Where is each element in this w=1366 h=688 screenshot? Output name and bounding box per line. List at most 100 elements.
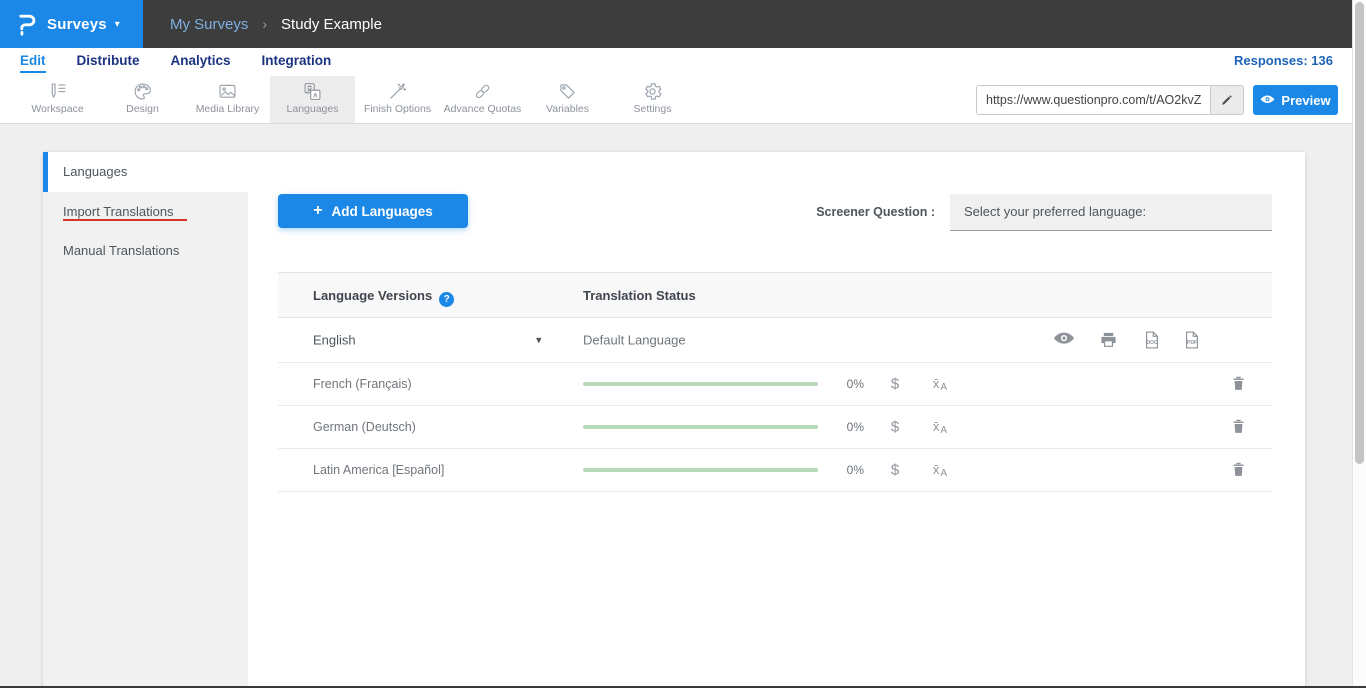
dollar-icon: $ bbox=[891, 462, 899, 479]
paid-translation-button[interactable]: $ bbox=[881, 462, 909, 479]
plus-icon: + bbox=[313, 202, 322, 220]
toolbar-item-workspace[interactable]: Workspace bbox=[15, 76, 100, 123]
print-button[interactable] bbox=[1096, 331, 1120, 350]
export-doc-button[interactable]: DOC bbox=[1140, 330, 1164, 350]
variables-icon bbox=[557, 81, 578, 102]
caret-down-icon: ▾ bbox=[115, 19, 120, 30]
trash-icon bbox=[1230, 375, 1247, 392]
workspace-icon bbox=[47, 81, 68, 102]
questionpro-logo bbox=[13, 12, 38, 37]
table-row-latin-america: Latin America [Español] 0% $ x̄A bbox=[278, 449, 1272, 492]
edit-url-button[interactable] bbox=[1210, 86, 1243, 114]
questionpro-app: Surveys ▾ My Surveys › Study Example Upg… bbox=[0, 0, 1366, 688]
breadcrumb-my-surveys[interactable]: My Surveys bbox=[170, 16, 248, 33]
delete-language-button[interactable] bbox=[1226, 375, 1250, 393]
toolbar-item-variables[interactable]: Variables bbox=[525, 76, 610, 123]
print-icon bbox=[1099, 331, 1118, 350]
survey-nav: Edit Distribute Analytics Integration Re… bbox=[0, 48, 1366, 76]
help-circle-icon[interactable]: ? bbox=[439, 292, 454, 307]
tab-integration[interactable]: Integration bbox=[262, 48, 332, 76]
screener-question-field[interactable]: Select your preferred language: bbox=[950, 194, 1272, 231]
auto-translate-button[interactable]: x̄A bbox=[923, 375, 957, 393]
toolbar-item-label: Settings bbox=[610, 103, 695, 115]
col-translation-status: Translation Status bbox=[583, 273, 696, 319]
translate-icon-a: A bbox=[940, 425, 947, 436]
topbar: Surveys ▾ My Surveys › Study Example Upg… bbox=[0, 0, 1366, 48]
languages-icon: A bbox=[302, 81, 323, 102]
translation-progress-bar bbox=[583, 382, 818, 386]
svg-text:DOC: DOC bbox=[1146, 340, 1158, 346]
translate-icon-a: A bbox=[940, 468, 947, 479]
language-dropdown[interactable]: ▾ bbox=[536, 334, 542, 347]
finish-options-icon bbox=[387, 81, 408, 102]
sidebar-item-label: Manual Translations bbox=[63, 243, 179, 258]
sidebar-item-languages[interactable]: Languages bbox=[43, 152, 248, 192]
table-row-default-language: English ▾ Default Language bbox=[278, 318, 1272, 363]
translate-icon: x̄ bbox=[933, 462, 940, 477]
table-row-german: German (Deutsch) 0% $ x̄A bbox=[278, 406, 1272, 449]
import-translations-underline bbox=[63, 219, 187, 221]
languages-table: Language Versions? Translation Status En… bbox=[278, 272, 1272, 492]
toolbar-item-finish-options[interactable]: Finish Options bbox=[355, 76, 440, 123]
toolbar-item-settings[interactable]: Settings bbox=[610, 76, 695, 123]
delete-language-button[interactable] bbox=[1226, 461, 1250, 479]
settings-icon bbox=[642, 81, 663, 102]
scrollbar-thumb[interactable] bbox=[1355, 2, 1364, 464]
eye-icon bbox=[1053, 332, 1075, 347]
view-button[interactable] bbox=[1052, 331, 1076, 349]
translate-icon: x̄ bbox=[933, 376, 940, 391]
translate-icon: x̄ bbox=[933, 419, 940, 434]
tab-edit[interactable]: Edit bbox=[20, 48, 46, 76]
col-language-versions: Language Versions? bbox=[313, 273, 454, 319]
breadcrumb-current: Study Example bbox=[281, 16, 382, 33]
delete-language-button[interactable] bbox=[1226, 418, 1250, 436]
toolbar-item-label: Languages bbox=[270, 103, 355, 115]
toolbar-item-label: Advance Quotas bbox=[440, 103, 525, 115]
translation-progress-bar bbox=[583, 468, 818, 472]
add-languages-button[interactable]: + Add Languages bbox=[278, 194, 468, 228]
paid-translation-button[interactable]: $ bbox=[881, 376, 909, 393]
sidebar-item-manual-translations[interactable]: Manual Translations bbox=[43, 231, 248, 270]
doc-icon: DOC bbox=[1142, 330, 1162, 350]
product-name: Surveys bbox=[47, 16, 107, 33]
tab-distribute[interactable]: Distribute bbox=[77, 48, 140, 76]
preview-label: Preview bbox=[1281, 93, 1330, 108]
screener-question-label: Screener Question : bbox=[703, 194, 935, 231]
toolbar-item-label: Media Library bbox=[185, 103, 270, 115]
responses-count[interactable]: Responses: 136 bbox=[1234, 48, 1333, 76]
survey-url-input[interactable] bbox=[977, 86, 1210, 114]
export-pdf-button[interactable]: PDF bbox=[1180, 330, 1204, 350]
toolbar-item-design[interactable]: Design bbox=[100, 76, 185, 123]
breadcrumb: My Surveys › Study Example bbox=[170, 0, 382, 48]
toolbar-item-label: Workspace bbox=[15, 103, 100, 115]
translation-progress-bar bbox=[583, 425, 818, 429]
language-name: Latin America [Español] bbox=[313, 463, 444, 477]
toolbar-item-advance-quotas[interactable]: Advance Quotas bbox=[440, 76, 525, 123]
translation-percent: 0% bbox=[826, 377, 864, 391]
languages-sidebar: Languages Import Translations Manual Tra… bbox=[43, 152, 248, 688]
language-name: German (Deutsch) bbox=[313, 420, 416, 434]
language-name: English bbox=[313, 333, 356, 348]
edit-toolbar: Workspace Design Media Library A Langua bbox=[0, 76, 1366, 124]
translation-status: Default Language bbox=[583, 333, 686, 348]
sidebar-item-label: Languages bbox=[63, 164, 127, 179]
tab-analytics[interactable]: Analytics bbox=[171, 48, 231, 76]
surveys-menu[interactable]: Surveys ▾ bbox=[0, 0, 143, 48]
toolbar-item-languages[interactable]: A Languages bbox=[270, 76, 355, 123]
toolbar-item-media-library[interactable]: Media Library bbox=[185, 76, 270, 123]
page-scrollbar bbox=[1352, 0, 1366, 688]
trash-icon bbox=[1230, 461, 1247, 478]
table-row-french: French (Français) 0% $ x̄A bbox=[278, 363, 1272, 406]
design-icon bbox=[132, 81, 153, 102]
svg-text:A: A bbox=[313, 92, 318, 99]
auto-translate-button[interactable]: x̄A bbox=[923, 461, 957, 479]
sidebar-item-import-translations[interactable]: Import Translations bbox=[43, 192, 248, 231]
media-library-icon bbox=[217, 81, 238, 102]
sidebar-item-label: Import Translations bbox=[63, 204, 174, 219]
toolbar-item-label: Finish Options bbox=[355, 103, 440, 115]
paid-translation-button[interactable]: $ bbox=[881, 419, 909, 436]
translate-icon-a: A bbox=[940, 382, 947, 393]
preview-button[interactable]: Preview bbox=[1253, 85, 1338, 115]
auto-translate-button[interactable]: x̄A bbox=[923, 418, 957, 436]
toolbar-item-label: Design bbox=[100, 103, 185, 115]
